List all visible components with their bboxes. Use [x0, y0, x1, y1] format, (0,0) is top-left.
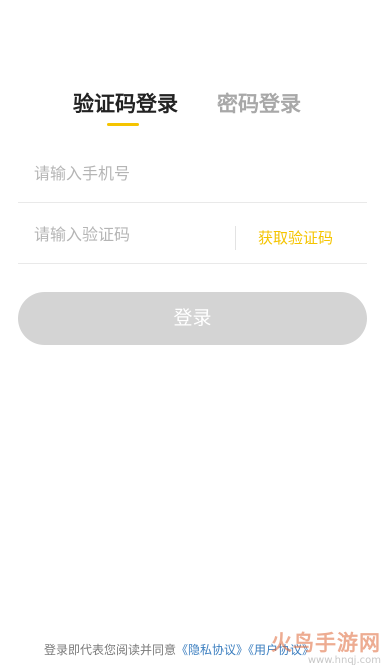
login-form: 获取验证码	[18, 144, 367, 264]
login-button[interactable]: 登录	[18, 292, 367, 345]
watermark-url: www.hnqj.com	[307, 655, 381, 666]
watermark-text: 火鸟手游网	[271, 631, 381, 655]
phone-input[interactable]	[34, 144, 234, 202]
phone-field	[18, 144, 367, 203]
tab-password-login[interactable]: 密码登录	[217, 88, 301, 120]
agreement-prefix: 登录即代表您阅读并同意	[44, 643, 177, 657]
code-field: 获取验证码	[18, 205, 367, 264]
tab-sms-login[interactable]: 验证码登录	[73, 88, 178, 120]
watermark: 火鸟手游网 www.hnqj.com	[271, 631, 381, 667]
privacy-agreement-link[interactable]: 《隐私协议》	[176, 643, 248, 657]
field-divider	[235, 226, 236, 250]
code-input[interactable]	[34, 205, 234, 263]
active-tab-indicator	[107, 123, 139, 126]
login-tabs: 验证码登录 密码登录	[0, 88, 387, 128]
get-code-button[interactable]: 获取验证码	[258, 205, 333, 263]
